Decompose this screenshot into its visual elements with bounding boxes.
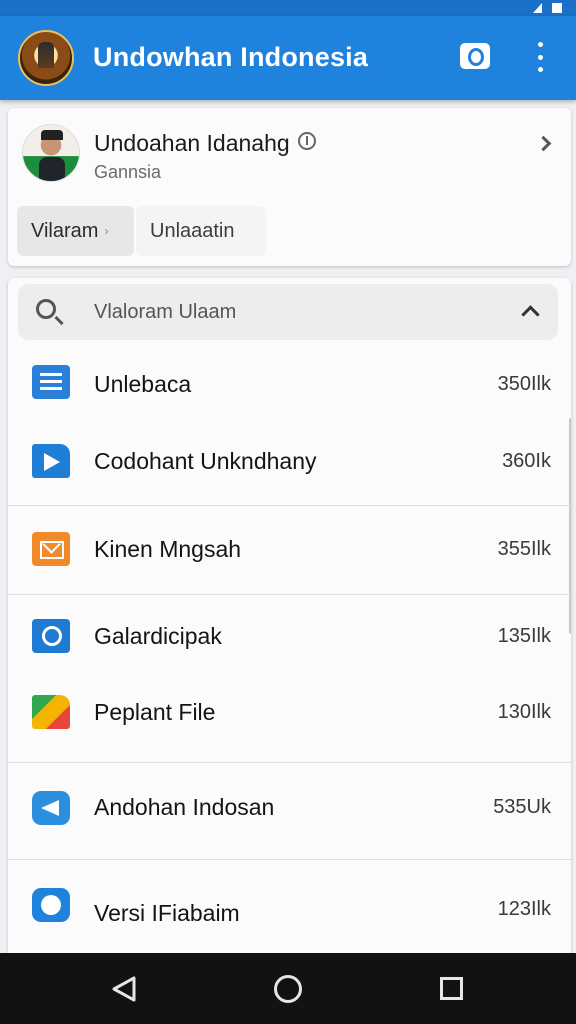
chip-label: Unlaaatin <box>150 219 235 242</box>
mail-icon <box>32 532 70 566</box>
search-bar[interactable]: Vlaloram Ulaam <box>18 284 558 340</box>
profile-card[interactable]: Undoahan Idanahg Gannsia Vilaram › Unlaaa… <box>8 108 571 266</box>
search-text: Vlaloram Ulaam <box>94 301 237 323</box>
app-logo <box>18 30 74 86</box>
circle-icon <box>32 888 70 922</box>
item-label: Galardicipak <box>94 623 222 649</box>
app-title: Undowhan Indonesia <box>93 42 369 72</box>
status-icons <box>533 0 562 16</box>
folder-icon <box>32 695 70 729</box>
navigation-bar <box>0 953 576 1024</box>
item-size: 135Ilk <box>497 625 551 647</box>
item-label: Codohant Unkndhany <box>94 448 317 474</box>
item-size: 123Ilk <box>497 898 551 920</box>
back-icon[interactable] <box>110 975 138 1003</box>
chevron-up-icon[interactable] <box>521 305 540 324</box>
item-label: Versi IFiabaim <box>94 900 240 926</box>
battery-icon <box>552 3 562 13</box>
list-item[interactable]: Versi IFiabaim 123Ilk <box>8 860 571 958</box>
signal-icon <box>533 3 542 13</box>
list-item[interactable]: Andohan Indosan 535Uk <box>8 763 571 859</box>
search-icon <box>36 299 56 319</box>
list-item[interactable]: Kinen Mngsah 355Ilk <box>8 506 571 594</box>
file-list-card: Vlaloram Ulaam Unlebaca 350Ilk Codohant … <box>8 278 571 958</box>
home-icon[interactable] <box>274 975 302 1003</box>
list-icon <box>32 365 70 399</box>
item-size: 535Uk <box>493 796 551 818</box>
list-item[interactable]: Unlebaca 350Ilk <box>8 362 571 438</box>
sync-icon <box>32 619 70 653</box>
more-options-icon[interactable] <box>530 42 550 72</box>
item-label: Unlebaca <box>94 371 192 397</box>
profile-name: Undoahan Idanahg <box>94 130 316 157</box>
profile-subtitle: Gannsia <box>94 162 162 182</box>
item-label: Andohan Indosan <box>94 794 275 820</box>
chip-caret-icon: › <box>104 224 109 238</box>
telegram-icon <box>32 791 70 825</box>
list-item[interactable]: Galardicipak 135Ilk <box>8 595 571 675</box>
item-size: 350Ilk <box>497 373 551 395</box>
item-label: Kinen Mngsah <box>94 536 242 562</box>
list-item[interactable]: Codohant Unkndhany 360Ik <box>8 438 571 504</box>
chip-unlaaatin[interactable]: Unlaaatin <box>136 206 266 256</box>
item-size: 130Ilk <box>497 701 551 723</box>
recents-icon[interactable] <box>440 977 463 1000</box>
status-bar <box>0 0 576 16</box>
item-size: 360Ik <box>502 450 551 472</box>
avatar <box>22 124 80 182</box>
camera-icon[interactable] <box>460 43 490 69</box>
item-size: 355Ilk <box>497 538 551 560</box>
app-bar: Undowhan Indonesia <box>0 16 576 100</box>
chip-label: Vilaram <box>31 219 99 242</box>
profile-name-text: Undoahan Idanahg <box>94 130 290 156</box>
info-icon <box>297 132 316 150</box>
play-icon <box>32 444 70 478</box>
list-item[interactable]: Peplant File 130Ilk <box>8 675 571 761</box>
chip-vilaram[interactable]: Vilaram › <box>17 206 134 256</box>
item-label: Peplant File <box>94 699 216 725</box>
chevron-right-icon[interactable] <box>535 135 552 152</box>
